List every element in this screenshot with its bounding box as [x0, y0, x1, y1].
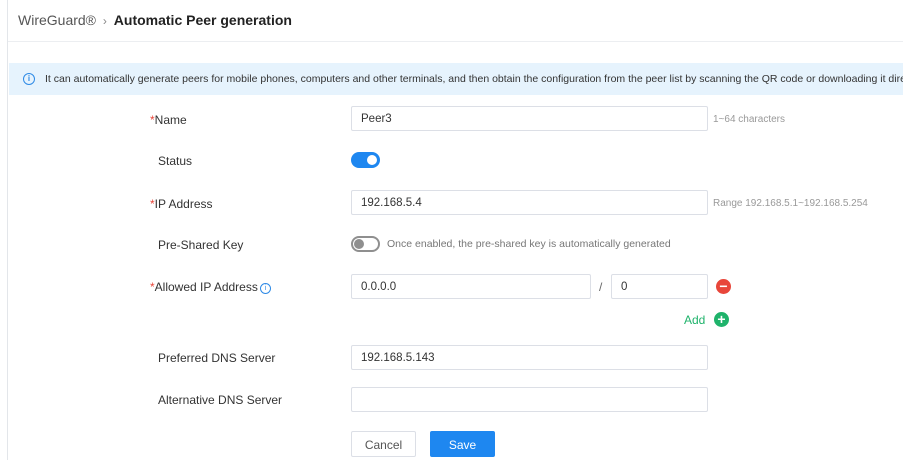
name-input[interactable] — [351, 106, 708, 131]
pre-shared-key-toggle[interactable] — [351, 236, 380, 252]
page: WireGuard® › Automatic Peer generation i… — [0, 0, 903, 460]
pre-shared-key-hint: Once enabled, the pre-shared key is auto… — [387, 238, 671, 250]
header-divider — [8, 41, 903, 42]
toggle-knob — [354, 239, 364, 249]
info-text: It can automatically generate peers for … — [45, 73, 903, 85]
left-border — [7, 0, 8, 460]
ip-address-label-text: IP Address — [154, 197, 213, 211]
cidr-separator: / — [599, 280, 603, 294]
ip-address-input[interactable] — [351, 190, 708, 215]
allowed-ip-label-text: Allowed IP Address — [154, 280, 258, 294]
remove-icon[interactable]: − — [716, 279, 731, 294]
allowed-ip-mask-input[interactable] — [611, 274, 708, 299]
pre-shared-key-label: Pre-Shared Key — [158, 238, 244, 252]
info-icon: i — [23, 73, 35, 85]
breadcrumb: WireGuard® › Automatic Peer generation — [18, 12, 292, 28]
name-label: *Name — [150, 113, 187, 127]
help-icon[interactable]: i — [259, 283, 271, 294]
breadcrumb-root[interactable]: WireGuard® — [18, 12, 96, 28]
status-toggle[interactable] — [351, 152, 380, 168]
preferred-dns-label: Preferred DNS Server — [158, 351, 276, 365]
alternative-dns-label: Alternative DNS Server — [158, 393, 283, 407]
alternative-dns-input[interactable] — [351, 387, 708, 412]
allowed-ip-input[interactable] — [351, 274, 591, 299]
status-label: Status — [158, 154, 193, 168]
save-button[interactable]: Save — [430, 431, 495, 457]
breadcrumb-separator: › — [102, 14, 107, 28]
info-banner: i It can automatically generate peers fo… — [9, 63, 903, 95]
preferred-dns-input[interactable] — [351, 345, 708, 370]
page-title: Automatic Peer generation — [113, 12, 292, 28]
allowed-ip-label: *Allowed IP Address i — [150, 280, 271, 294]
name-label-text: Name — [154, 113, 187, 127]
add-icon[interactable]: + — [714, 312, 729, 327]
toggle-knob — [367, 155, 377, 165]
ip-address-label: *IP Address — [150, 197, 213, 211]
add-label[interactable]: Add — [684, 313, 705, 327]
ip-address-hint: Range 192.168.5.1~192.168.5.254 — [713, 198, 868, 209]
cancel-button[interactable]: Cancel — [351, 431, 416, 457]
name-hint: 1~64 characters — [713, 114, 785, 125]
